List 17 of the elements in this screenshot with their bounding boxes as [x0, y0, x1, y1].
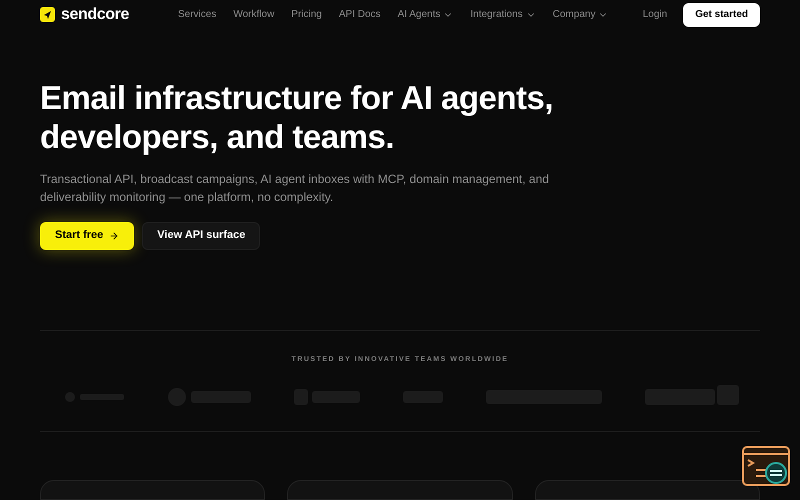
- logo-icon: [40, 7, 55, 22]
- nav-link[interactable]: Workflow: [233, 7, 274, 22]
- view-api-button[interactable]: View API surface: [142, 222, 260, 250]
- terminal-search-icon[interactable]: [742, 446, 790, 488]
- arrow-right-icon: [109, 230, 120, 240]
- nav-link[interactable]: Services: [178, 7, 216, 22]
- nav-link[interactable]: Company: [552, 7, 608, 22]
- brand-name: sendcore: [61, 4, 129, 25]
- nav-link[interactable]: AI Agents: [398, 7, 454, 22]
- hero-subtitle: Transactional API, broadcast campaigns, AI agent inboxes with MCP, domain management, and deliverability monitoring — one platform, no complexity.: [40, 170, 550, 206]
- start-free-button[interactable]: Start free: [40, 222, 134, 250]
- nav-link[interactable]: Integrations: [470, 7, 536, 22]
- login-link[interactable]: Login: [634, 7, 676, 22]
- nav-link[interactable]: API Docs: [338, 7, 381, 22]
- get-started-button[interactable]: Get started: [683, 2, 760, 27]
- nav-link[interactable]: Pricing: [291, 7, 322, 22]
- hero-title: Email infrastructure for AI agents, developers, and teams.: [40, 78, 554, 156]
